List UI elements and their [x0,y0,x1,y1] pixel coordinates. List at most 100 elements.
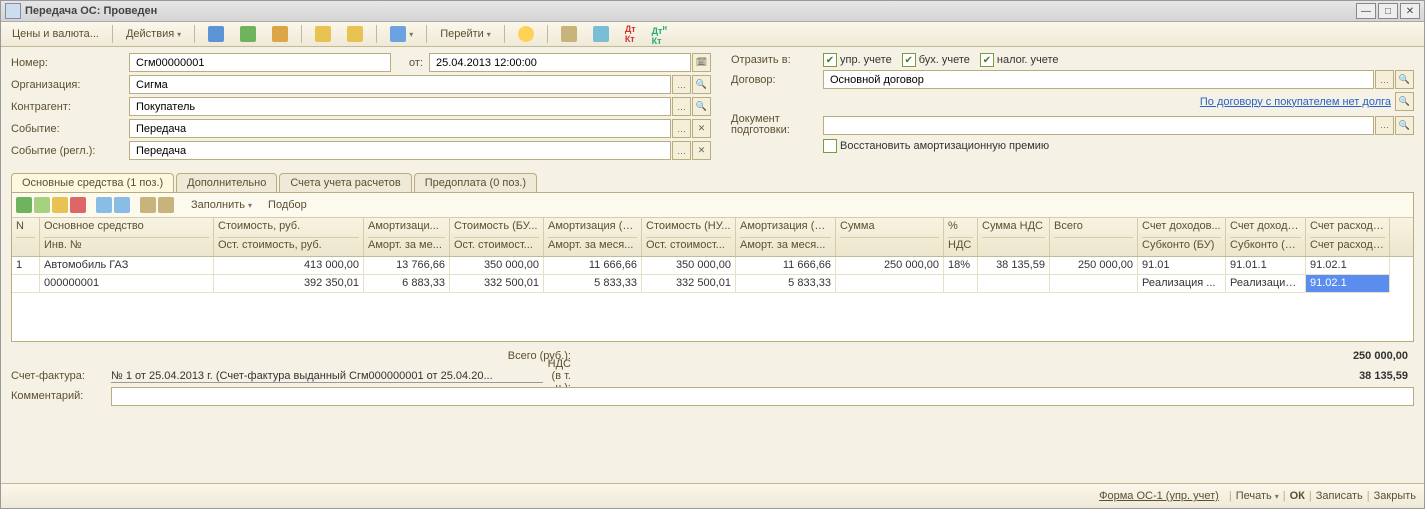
goto-button[interactable]: Перейти [433,23,498,45]
event-regl-field[interactable] [129,141,671,160]
tab-prepay[interactable]: Предоплата (0 поз.) [414,173,537,192]
add-row-icon[interactable] [16,197,32,213]
column-header[interactable]: Амортизация (Б...Аморт. за меся... [544,218,642,256]
table-cell[interactable] [944,275,978,293]
table-cell[interactable] [978,275,1050,293]
table-cell[interactable]: 13 766,66 [364,257,450,275]
contract-search-icon[interactable]: 🔍 [1395,70,1414,89]
table-cell[interactable]: 350 000,00 [450,257,544,275]
contract-field[interactable] [823,70,1374,89]
org-search-icon[interactable]: 🔍 [692,75,711,94]
print-button[interactable]: Печать [1236,490,1279,502]
toolbar-icon-dtn[interactable]: ДтнКт [645,23,674,45]
number-field[interactable] [129,53,391,72]
table-cell[interactable]: 350 000,00 [642,257,736,275]
contract-info-link[interactable]: По договору с покупателем нет долга [1200,96,1391,108]
column-header[interactable]: Счет расходо...Счет расходо... [1306,218,1390,256]
table-cell[interactable]: 332 500,01 [450,275,544,293]
delete-row-icon[interactable] [70,197,86,213]
org-more-icon[interactable]: … [672,75,691,94]
toolbar-icon-1[interactable] [201,23,231,45]
table-cell[interactable]: 91.02.1 [1306,257,1390,275]
event-field[interactable] [129,119,671,138]
org-field[interactable] [129,75,671,94]
column-header[interactable]: Основное средствоИнв. № [40,218,214,256]
fill-button[interactable]: Заполнить [184,194,259,216]
table-cell[interactable]: 91.02.1 [1306,275,1390,293]
close-button[interactable]: ✕ [1400,3,1420,19]
docprep-search-icon[interactable]: 🔍 [1395,116,1414,135]
contr-field[interactable] [129,97,671,116]
column-header[interactable]: Амортизация (Н...Аморт. за меся... [736,218,836,256]
table-cell[interactable]: 413 000,00 [214,257,364,275]
form-os1-link[interactable]: Форма ОС-1 (упр. учет) [1099,490,1219,502]
table-cell[interactable]: 5 833,33 [544,275,642,293]
select-button[interactable]: Подбор [261,194,314,216]
tab-main-assets[interactable]: Основные средства (1 поз.) [11,173,174,192]
grid-body[interactable]: 1Автомобиль ГАЗ413 000,0013 766,66350 00… [12,257,1413,341]
table-cell[interactable] [1050,275,1138,293]
table-cell[interactable]: 1 [12,257,40,275]
move-up-icon[interactable] [96,197,112,213]
check-upr[interactable]: ✔упр. учете [823,53,892,67]
currency-button[interactable]: Цены и валюта... [5,23,106,45]
sort-desc-icon[interactable] [158,197,174,213]
minimize-button[interactable]: — [1356,3,1376,19]
table-cell[interactable]: 18% [944,257,978,275]
table-cell[interactable]: Реализация ... [1138,275,1226,293]
column-header[interactable]: Счет доходов...Субконто (НУ) [1226,218,1306,256]
help-icon[interactable] [511,23,541,45]
table-cell[interactable]: 11 666,66 [544,257,642,275]
actions-button[interactable]: Действия [119,23,188,45]
close-footer-button[interactable]: Закрыть [1374,490,1416,502]
table-cell[interactable]: 6 883,33 [364,275,450,293]
tab-accounts[interactable]: Счета учета расчетов [279,173,411,192]
table-cell[interactable]: Реализация ... [1226,275,1306,293]
column-header[interactable]: N [12,218,40,256]
edit-row-icon[interactable] [52,197,68,213]
table-cell[interactable]: 392 350,01 [214,275,364,293]
event-regl-more-icon[interactable]: … [672,141,691,160]
toolbar-icon-4[interactable] [308,23,338,45]
table-cell[interactable] [836,275,944,293]
invoice-link[interactable]: № 1 от 25.04.2013 г. (Счет-фактура выдан… [111,370,543,383]
table-cell[interactable] [12,275,40,293]
toolbar-icon-5[interactable] [340,23,370,45]
column-header[interactable]: Амортизаци...Аморт. за ме... [364,218,450,256]
calendar-icon[interactable]: 🗓 [692,53,711,72]
column-header[interactable]: Сумма [836,218,944,256]
event-more-icon[interactable]: … [672,119,691,138]
column-header[interactable]: Всего [1050,218,1138,256]
table-cell[interactable]: Автомобиль ГАЗ [40,257,214,275]
column-header[interactable]: Стоимость, руб.Ост. стоимость, руб. [214,218,364,256]
comment-field[interactable] [111,387,1414,406]
column-header[interactable]: Стоимость (НУ...Ост. стоимост... [642,218,736,256]
contract-more-icon[interactable]: … [1375,70,1394,89]
table-cell[interactable]: 91.01.1 [1226,257,1306,275]
maximize-button[interactable]: □ [1378,3,1398,19]
date-field[interactable] [429,53,691,72]
ok-button[interactable]: ОК [1290,490,1305,502]
table-cell[interactable]: 250 000,00 [836,257,944,275]
toolbar-icon-dt[interactable]: ДтКт [618,23,643,45]
tab-additional[interactable]: Дополнительно [176,173,277,192]
table-cell[interactable]: 5 833,33 [736,275,836,293]
contract-info-search-icon[interactable]: 🔍 [1395,92,1414,111]
check-nal[interactable]: ✔налог. учете [980,53,1059,67]
sort-asc-icon[interactable] [140,197,156,213]
docprep-field[interactable] [823,116,1374,135]
add-copy-icon[interactable] [34,197,50,213]
table-cell[interactable]: 000000001 [40,275,214,293]
table-cell[interactable]: 91.01 [1138,257,1226,275]
toolbar-icon-8[interactable] [586,23,616,45]
table-cell[interactable]: 250 000,00 [1050,257,1138,275]
toolbar-icon-6[interactable] [383,23,420,45]
save-button[interactable]: Записать [1316,490,1363,502]
table-cell[interactable]: 38 135,59 [978,257,1050,275]
contr-search-icon[interactable]: 🔍 [692,97,711,116]
event-regl-clear-icon[interactable]: ✕ [692,141,711,160]
check-restore[interactable]: Восстановить амортизационную премию [823,139,1049,153]
table-cell[interactable]: 11 666,66 [736,257,836,275]
table-cell[interactable]: 332 500,01 [642,275,736,293]
check-buh[interactable]: ✔бух. учете [902,53,970,67]
